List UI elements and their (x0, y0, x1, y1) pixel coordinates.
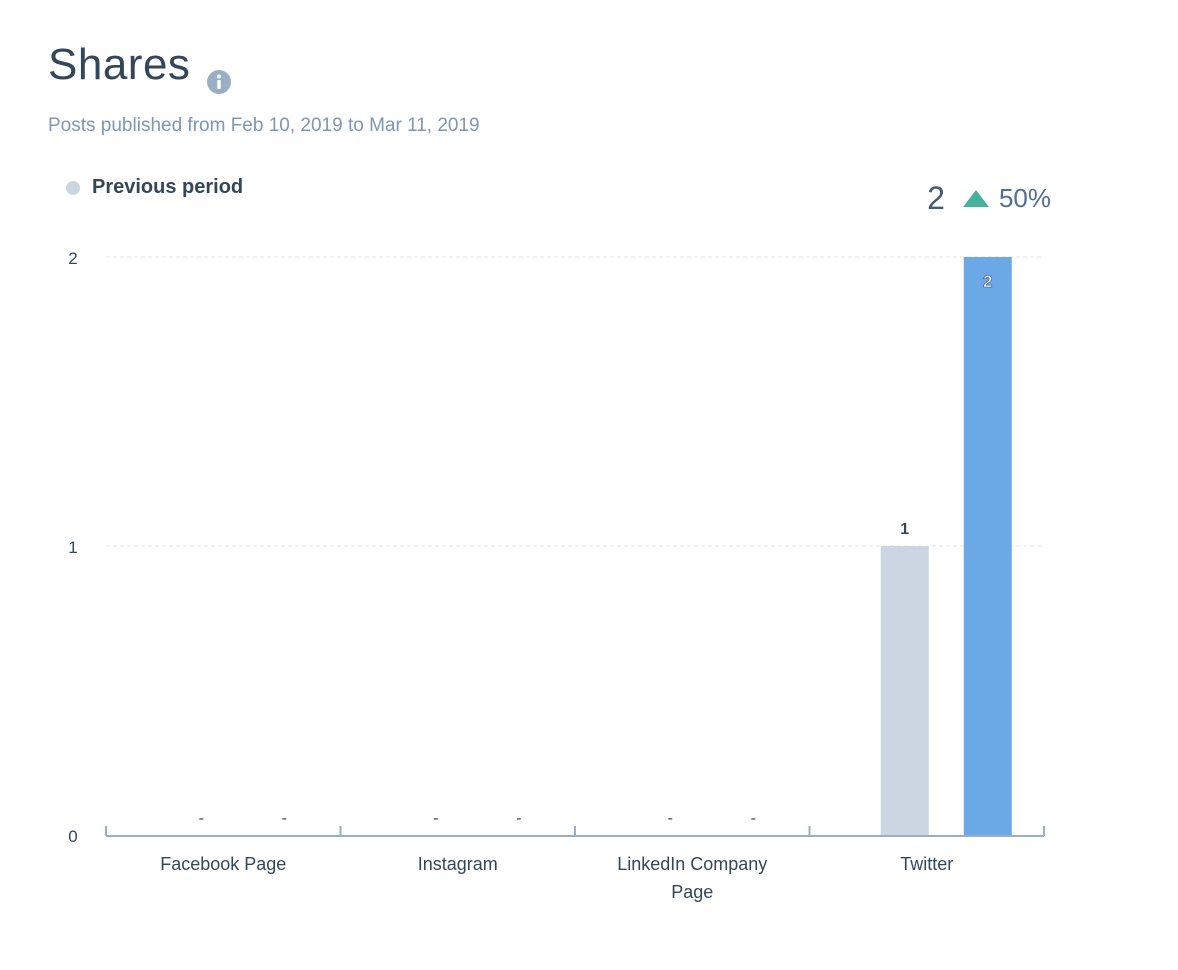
y-tick-label-1: 1 (68, 538, 77, 557)
empty-value-label: - (668, 810, 673, 827)
data-label-previous-period: 1 (900, 521, 909, 538)
empty-value-label: - (751, 810, 756, 827)
x-tick-label: LinkedIn Company Page (617, 854, 767, 902)
y-tick-label-2: 2 (68, 249, 77, 268)
y-tick-label-0: 0 (68, 827, 77, 846)
empty-value-label: - (199, 810, 204, 827)
x-tick-label: Facebook Page (160, 854, 286, 874)
bar-current-period (963, 257, 1012, 835)
empty-value-label: - (282, 810, 287, 827)
bar-chart: 0 1 2 Facebook Page - - Instagram - - LinkedIn Co… (68, 249, 1045, 902)
bar-previous-period (880, 546, 929, 835)
x-tick-label: Instagram (418, 854, 498, 874)
data-label-current-period: 2 (983, 272, 992, 291)
x-tick-label: Twitter (900, 854, 953, 874)
empty-value-label: - (433, 810, 438, 827)
empty-value-label: - (516, 810, 521, 827)
